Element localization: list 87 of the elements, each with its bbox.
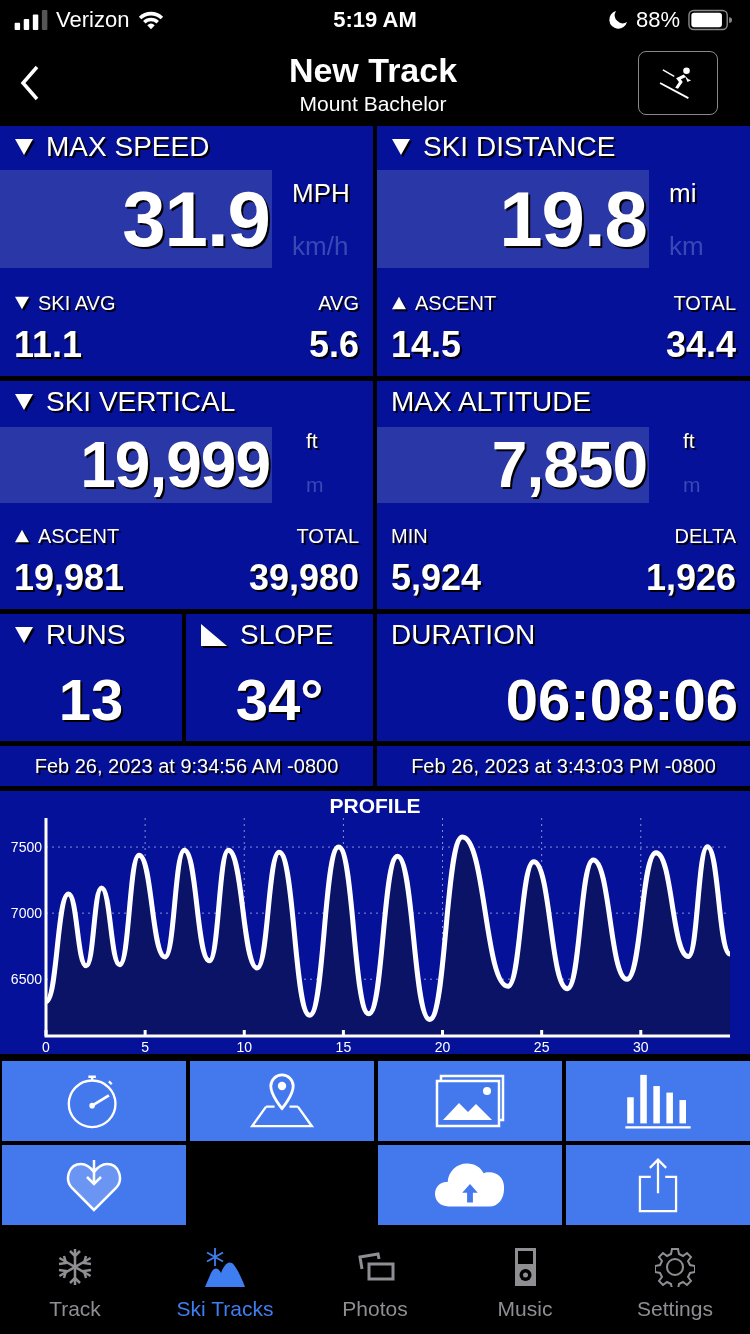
stat-value: 31.9 — [122, 173, 271, 265]
action-button[interactable] — [2, 1061, 186, 1141]
action-button[interactable] — [378, 1145, 562, 1225]
sub-value: 5.6 — [308, 324, 359, 366]
sub-value: 14.5 — [391, 324, 463, 366]
action-button[interactable] — [566, 1145, 750, 1225]
x-tick-label: 10 — [236, 1039, 253, 1054]
sub-label: AVG — [318, 290, 359, 316]
tile-title: SLOPE — [240, 619, 334, 651]
sub-label: ASCENT — [38, 524, 120, 548]
y-tick-label: 6500 — [10, 971, 42, 988]
x-tick-label: 20 — [434, 1039, 451, 1054]
down-triangle-icon — [14, 626, 34, 644]
timestamp: Feb 26, 2023 at 3:43:03 PM -0800 — [377, 746, 750, 786]
tile-title: MAX SPEED — [46, 131, 210, 163]
tab-item[interactable]: Track — [0, 1247, 150, 1327]
action-button[interactable] — [2, 1145, 186, 1225]
down-triangle-icon — [14, 393, 34, 411]
stat-value: 7,850 — [491, 428, 648, 502]
activity-button[interactable] — [638, 51, 718, 115]
x-tick-label: 5 — [141, 1039, 150, 1054]
up-triangle-icon — [14, 529, 30, 543]
up-triangle-icon — [391, 296, 407, 310]
stat-tile[interactable]: SLOPE 34° — [186, 614, 373, 741]
tab-item[interactable]: Ski Tracks — [150, 1247, 300, 1327]
unit-label[interactable]: ft — [306, 429, 318, 453]
battery-percent: 88% — [635, 7, 680, 33]
action-button[interactable] — [190, 1061, 374, 1141]
unit-label[interactable]: mi — [669, 178, 697, 209]
stat-value: 13 — [57, 666, 125, 733]
slope-icon — [200, 623, 228, 647]
tab-item[interactable]: Settings — [600, 1247, 750, 1327]
sub-label: SKI AVG — [38, 291, 116, 315]
sub-label: ASCENT — [415, 291, 497, 315]
x-tick-label: 15 — [335, 1039, 352, 1054]
sub-value: 19,981 — [14, 557, 125, 599]
page-title: New Track — [288, 50, 458, 90]
tab-item[interactable]: Music — [450, 1247, 600, 1327]
x-tick-label: 30 — [633, 1039, 649, 1054]
snowy-mountain-icon — [205, 1247, 245, 1287]
sub-value: 1,926 — [645, 557, 736, 599]
down-triangle-icon — [14, 296, 30, 310]
heart-download-icon — [66, 1157, 122, 1213]
status-time: 5:19 AM — [333, 7, 417, 33]
tab-item[interactable]: Photos — [300, 1247, 450, 1327]
tile-title: SKI DISTANCE — [423, 131, 616, 163]
carrier-name: Verizon — [56, 7, 130, 33]
battery-icon — [688, 9, 732, 31]
y-tick-label: 7500 — [10, 839, 42, 856]
map-pin-icon — [247, 1073, 317, 1129]
y-tick-label: 7000 — [10, 905, 42, 922]
sub-label: MIN — [391, 524, 428, 548]
stat-value: 19,999 — [80, 428, 271, 502]
down-triangle-icon — [14, 138, 34, 156]
action-button[interactable] — [378, 1061, 562, 1141]
chart-title: PROFILE — [329, 794, 421, 816]
stat-value: 06:08:06 — [504, 666, 739, 733]
stat-tile[interactable]: DURATION 06:08:06 — [377, 614, 750, 741]
wifi-icon — [137, 9, 166, 31]
stat-value: 34° — [234, 666, 325, 733]
tile-title: SKI VERTICAL — [46, 386, 236, 418]
stat-value: 19.8 — [499, 173, 648, 265]
photos-icon — [435, 1073, 505, 1129]
x-tick-label: 25 — [533, 1039, 550, 1054]
tile-title: MAX ALTITUDE — [391, 386, 592, 418]
page-subtitle: Mount Bachelor — [299, 91, 447, 116]
x-tick-label: 0 — [42, 1039, 50, 1054]
sub-label: TOTAL — [296, 523, 359, 549]
bar-chart-icon — [623, 1073, 693, 1129]
stat-tile[interactable]: RUNS 13 — [0, 614, 182, 741]
tile-title: DURATION — [391, 619, 536, 651]
back-chevron-icon — [20, 65, 40, 101]
sub-value: 11.1 — [14, 324, 84, 366]
sub-value: 39,980 — [248, 557, 359, 599]
unit-label[interactable]: ft — [683, 429, 695, 453]
down-triangle-icon — [391, 138, 411, 156]
action-button[interactable] — [566, 1061, 750, 1141]
tile-title: RUNS — [46, 619, 126, 651]
sub-label: TOTAL — [673, 290, 736, 316]
sub-value: 34.4 — [665, 324, 736, 366]
sub-label: DELTA — [674, 523, 736, 549]
unit-label[interactable]: MPH — [292, 178, 350, 209]
sub-value: 5,924 — [391, 557, 482, 599]
timestamp: Feb 26, 2023 at 9:34:56 AM -0800 — [0, 746, 373, 786]
moon-icon — [607, 10, 628, 30]
settings-icon — [655, 1247, 695, 1287]
signal-icon — [14, 10, 48, 30]
